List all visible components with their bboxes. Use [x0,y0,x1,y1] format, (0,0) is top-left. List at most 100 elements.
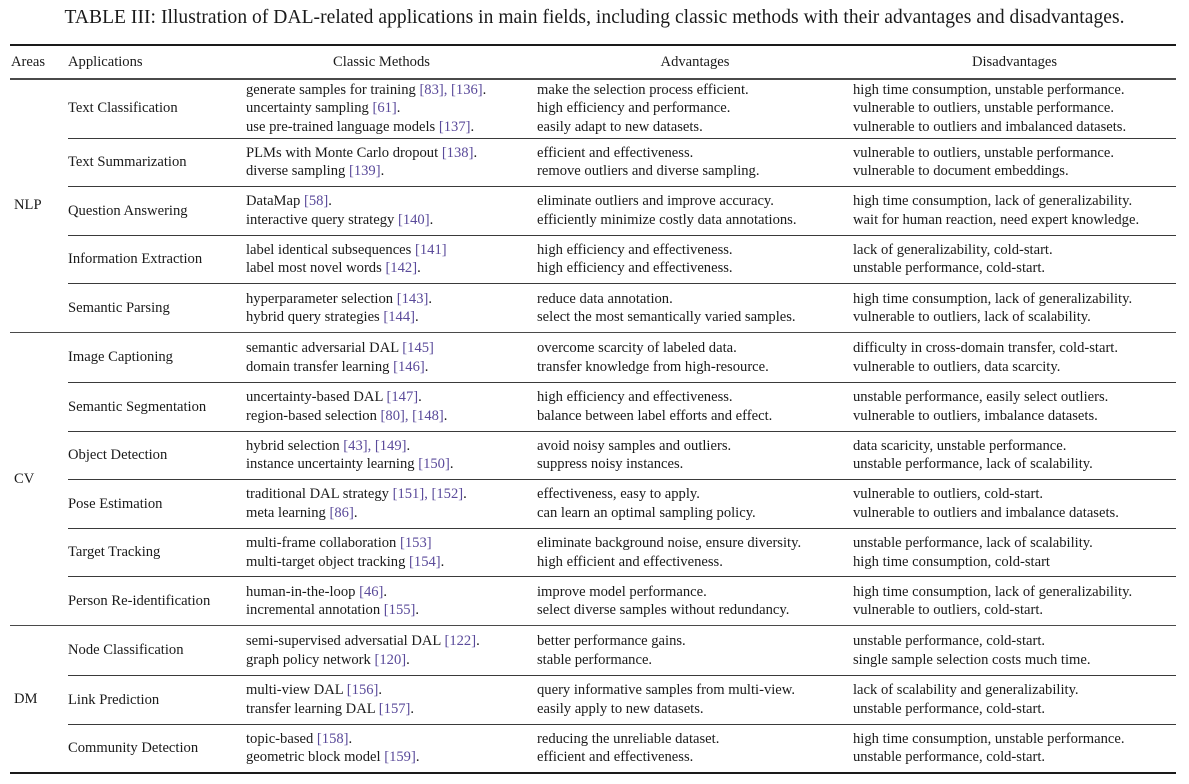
disadvantages-cell: lack of generalizability, cold-start. uns… [853,241,1176,278]
citation-link[interactable]: [137] [439,119,471,135]
disadvantage-line: unstable performance, cold-start. [853,749,1046,766]
method-punctuation: . [429,211,434,228]
method-punctuation: . [443,407,448,424]
advantage-line: easily adapt to new datasets. [537,118,703,135]
citation-link[interactable]: [120] [374,652,406,668]
disadvantage-line: vulnerable to outliers and imbalance dat… [853,504,1119,521]
advantage-line: avoid noisy samples and outliers. [537,437,732,454]
methods-cell: label identical subsequences [141] label … [246,241,537,278]
methods-cell: semantic adversarial DAL [145] domain tra… [246,339,537,376]
table-body: NLP Text Classification generate samples f… [10,80,1176,773]
method-text: human-in-the-loop [246,583,360,600]
citation-link[interactable]: [144] [383,309,415,325]
citation-link[interactable]: [158] [317,731,349,747]
citation-link[interactable]: [58] [304,193,328,209]
application-cell: Object Detection [68,447,168,464]
advantage-line: better performance gains. [537,633,686,650]
disadvantage-line: unstable performance, lack of scalabilit… [853,535,1093,552]
methods-cell: generate samples for training [83], [136… [246,81,537,137]
disadvantage-line: vulnerable to outliers, cold-start. [853,486,1044,503]
method-punctuation: . [406,651,410,668]
advantages-cell: reduce data annotation. select the most s… [537,290,853,327]
citation-link[interactable]: [141] [415,242,447,258]
citation-link[interactable]: [147] [386,389,418,405]
methods-cell: PLMs with Monte Carlo dropout [138]. dive… [246,144,537,181]
advantage-line: reducing the unreliable dataset. [537,730,720,747]
advantage-line: suppress noisy instances. [537,456,684,473]
citation-link[interactable]: [46] [359,584,383,600]
citation-link[interactable]: [61] [372,100,396,116]
citation-link[interactable]: [153] [400,535,432,551]
advantage-line: efficiently minimize costly data annotat… [537,211,797,228]
header-classic-methods: Classic Methods [333,53,430,70]
method-text: multi-frame collaboration [246,535,400,552]
advantage-line: high efficiency and effectiveness. [537,389,733,406]
citation-link[interactable]: [80], [148] [381,408,444,424]
citation-link[interactable]: [157] [379,701,411,717]
method-line: multi-target object tracking [154]. [246,553,537,572]
method-text: generate samples for training [246,81,420,98]
method-punctuation: . [415,309,419,326]
table-row: Question Answering DataMap [58]. interacti… [68,186,1176,235]
citation-link[interactable]: [138] [442,145,474,161]
citation-link[interactable]: [154] [409,554,441,570]
advantage-line: stable performance. [537,651,653,668]
disadvantage-line: vulnerable to outliers, imbalance datase… [853,407,1098,424]
method-punctuation: . [482,81,487,98]
disadvantages-cell: lack of scalability and generalizability… [853,681,1176,718]
disadvantages-cell: high time consumption, lack of generaliz… [853,290,1176,327]
citation-link[interactable]: [145] [402,340,434,356]
citation-link[interactable]: [146] [393,359,425,375]
disadvantage-line: data scaricity, unstable performance. [853,437,1067,454]
method-text: graph policy network [246,651,375,668]
citation-link[interactable]: [150] [418,456,450,472]
method-line: diverse sampling [139]. [246,162,537,181]
disadvantages-cell: unstable performance, lack of scalabilit… [853,534,1176,571]
methods-cell: traditional DAL strategy [151], [152]. me… [246,485,537,522]
citation-link[interactable]: [155] [384,602,416,618]
method-line: use pre-trained language models [137]. [246,118,537,137]
disadvantage-line: high time consumption, lack of generaliz… [853,193,1133,210]
disadvantage-line: difficulty in cross-domain transfer, col… [853,340,1119,357]
method-line: uncertainty sampling [61]. [246,99,537,118]
method-line: PLMs with Monte Carlo dropout [138]. [246,144,537,163]
citation-link[interactable]: [83], [136] [419,82,482,98]
application-cell: Node Classification [68,642,184,659]
application-cell: Pose Estimation [68,495,163,512]
method-line: geometric block model [159]. [246,748,537,767]
disadvantages-cell: high time consumption, lack of generaliz… [853,192,1176,229]
citation-link[interactable]: [140] [398,212,430,228]
area-label: DM [14,691,38,708]
citation-link[interactable]: [139] [349,163,381,179]
citation-link[interactable]: [122] [444,633,476,649]
citation-link[interactable]: [143] [397,291,429,307]
method-text: interactive query strategy [246,211,398,228]
table-row: Information Extraction label identical su… [68,234,1176,284]
citation-link[interactable]: [142] [385,260,417,276]
header-areas: Areas [11,53,46,70]
method-text: domain transfer learning [246,358,394,375]
method-text: label most novel words [246,260,386,277]
advantage-line: can learn an optimal sampling policy. [537,504,756,521]
advantages-cell: eliminate background noise, ensure diver… [537,534,853,571]
advantage-line: balance between label efforts and effect… [537,407,773,424]
applications-table: Areas Applications Classic Methods Advan… [10,44,1176,775]
methods-cell: multi-frame collaboration [153] multi-tar… [246,534,537,571]
citation-link[interactable]: [151], [152] [393,486,464,502]
disadvantage-line: unstable performance, cold-start. [853,700,1046,717]
application-cell: Text Summarization [68,154,187,171]
advantage-line: easily apply to new datasets. [537,700,704,717]
advantage-line: eliminate outliers and improve accuracy. [537,193,774,210]
disadvantage-line: high time consumption, unstable performa… [853,730,1125,747]
disadvantage-line: high time consumption, unstable performa… [853,81,1125,98]
disadvantage-line: lack of generalizability, cold-start. [853,241,1053,258]
citation-link[interactable]: [43], [149] [343,438,406,454]
method-line: domain transfer learning [146]. [246,358,537,377]
application-cell: Information Extraction [68,251,203,268]
citation-link[interactable]: [86] [329,505,353,521]
advantage-line: query informative samples from multi-vie… [537,682,796,699]
citation-link[interactable]: [156] [347,682,379,698]
advantage-line: efficient and effectiveness. [537,144,694,161]
table-row: Image Captioning semantic adversarial DAL… [68,333,1176,382]
citation-link[interactable]: [159] [384,749,416,765]
